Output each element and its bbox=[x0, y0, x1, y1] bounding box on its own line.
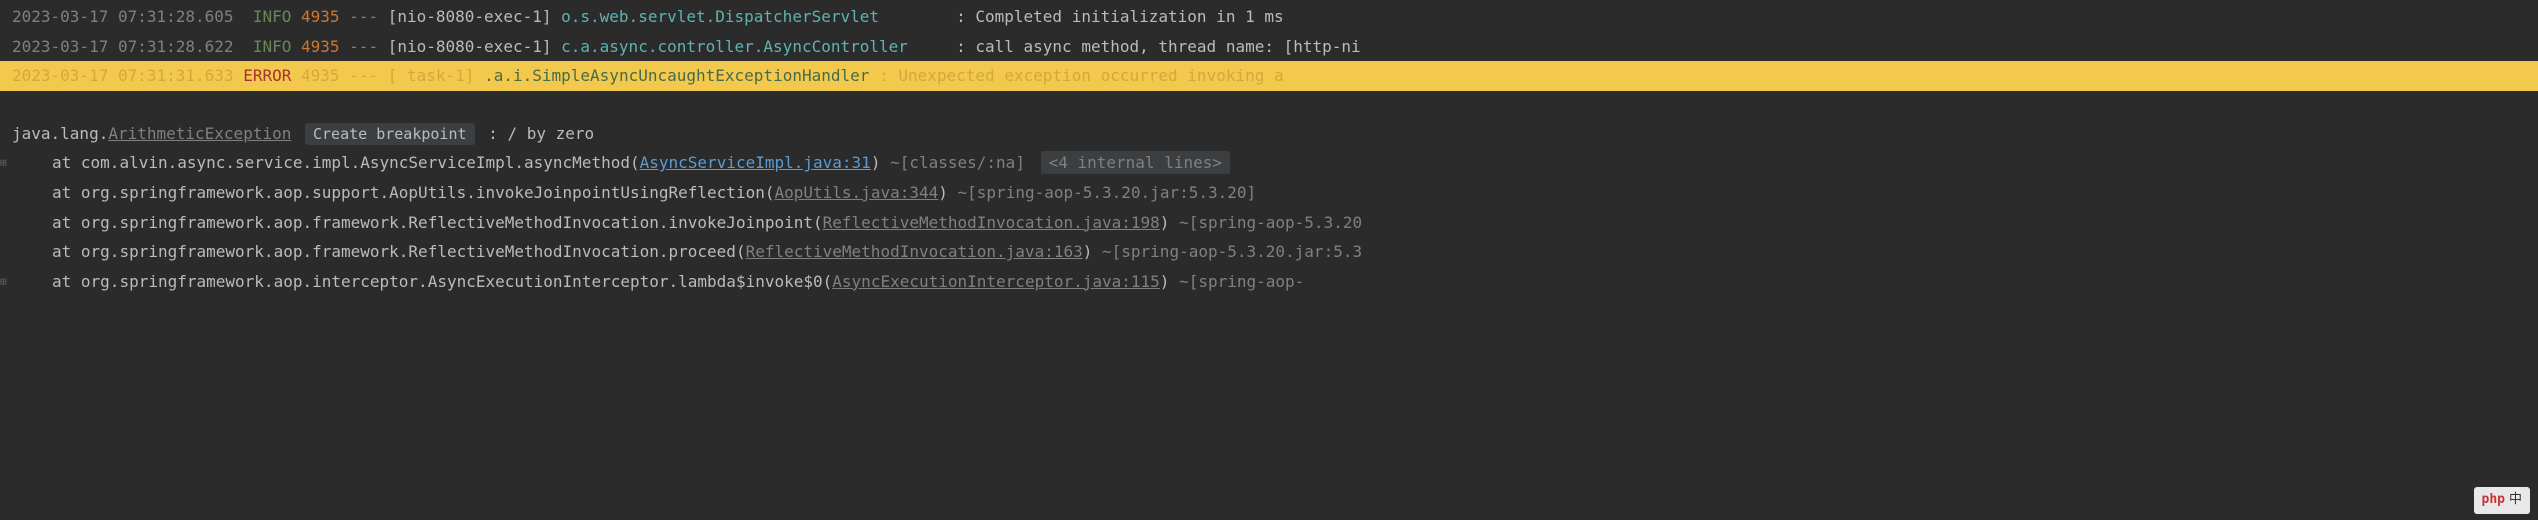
paren-open: ( bbox=[736, 242, 746, 261]
stack-trace-line: ⊞ at com.alvin.async.service.impl.AsyncS… bbox=[0, 148, 2538, 178]
paren-close: ) bbox=[938, 183, 948, 202]
log-separator: --- bbox=[349, 4, 378, 30]
log-line: 2023-03-17 07:31:28.622 INFO 4935 --- [n… bbox=[0, 32, 2538, 62]
exception-message: : / by zero bbox=[488, 124, 594, 143]
exception-name[interactable]: ArithmeticException bbox=[108, 124, 291, 143]
log-colon: : bbox=[879, 63, 889, 89]
log-line-error-highlighted[interactable]: 2023-03-17 07:31:31.633 ERROR 4935 --- [… bbox=[0, 61, 2538, 91]
source-link[interactable]: ReflectiveMethodInvocation.java:198 bbox=[823, 213, 1160, 232]
stack-method: org.springframework.aop.support.AopUtils… bbox=[81, 183, 765, 202]
log-timestamp: 2023-03-17 07:31:31.633 bbox=[12, 63, 234, 89]
log-pid: 4935 bbox=[301, 34, 340, 60]
log-colon: : bbox=[956, 4, 966, 30]
paren-open: ( bbox=[813, 213, 823, 232]
stack-method: org.springframework.aop.framework.Reflec… bbox=[81, 213, 813, 232]
expand-icon[interactable]: ⊞ bbox=[0, 154, 7, 172]
stack-trace-line: ⊞ at org.springframework.aop.interceptor… bbox=[0, 267, 2538, 297]
log-level: INFO bbox=[253, 4, 292, 30]
source-link[interactable]: AopUtils.java:344 bbox=[774, 183, 938, 202]
stack-trace-line: at org.springframework.aop.framework.Ref… bbox=[0, 237, 2538, 267]
log-pid: 4935 bbox=[301, 4, 340, 30]
paren-open: ( bbox=[823, 272, 833, 291]
paren-close: ) bbox=[1160, 213, 1170, 232]
stack-method: org.springframework.aop.interceptor.Asyn… bbox=[81, 272, 823, 291]
log-logger: o.s.web.servlet.DispatcherServlet bbox=[561, 4, 879, 30]
log-message: Unexpected exception occurred invoking a bbox=[898, 63, 1283, 89]
stack-at: at bbox=[52, 153, 81, 172]
watermark-badge: php 中 bbox=[2474, 487, 2531, 514]
log-line: 2023-03-17 07:31:28.605 INFO 4935 --- [n… bbox=[0, 2, 2538, 32]
stack-at: at bbox=[52, 213, 81, 232]
jar-info: ~[spring-aop-5.3.20.jar:5.3.20] bbox=[948, 183, 1256, 202]
log-pid: 4935 bbox=[301, 63, 340, 89]
paren-close: ) bbox=[871, 153, 881, 172]
log-timestamp: 2023-03-17 07:31:28.622 bbox=[12, 34, 234, 60]
stack-at: at bbox=[52, 183, 81, 202]
log-level: ERROR bbox=[243, 63, 291, 89]
blank-line bbox=[0, 91, 2538, 119]
log-message: Completed initialization in 1 ms bbox=[975, 4, 1283, 30]
log-thread: [nio-8080-exec-1] bbox=[388, 34, 552, 60]
paren-close: ) bbox=[1160, 272, 1170, 291]
log-colon: : bbox=[956, 34, 966, 60]
exception-header: java.lang.ArithmeticException Create bre… bbox=[0, 119, 2538, 149]
log-separator: --- bbox=[349, 34, 378, 60]
stack-trace-line: at org.springframework.aop.support.AopUt… bbox=[0, 178, 2538, 208]
log-level: INFO bbox=[253, 34, 292, 60]
watermark-text: php bbox=[2482, 490, 2505, 511]
source-link[interactable]: AsyncExecutionInterceptor.java:115 bbox=[832, 272, 1160, 291]
watermark-cn-icon: 中 bbox=[2509, 490, 2522, 511]
source-link[interactable]: AsyncServiceImpl.java:31 bbox=[640, 153, 871, 172]
jar-info: ~[spring-aop-5.3.20 bbox=[1169, 213, 1362, 232]
stack-at: at bbox=[52, 272, 81, 291]
log-timestamp: 2023-03-17 07:31:28.605 bbox=[12, 4, 234, 30]
log-thread: [nio-8080-exec-1] bbox=[388, 4, 552, 30]
log-thread: [ task-1] bbox=[388, 63, 475, 89]
create-breakpoint-button[interactable]: Create breakpoint bbox=[305, 123, 475, 145]
paren-open: ( bbox=[630, 153, 640, 172]
stack-method: org.springframework.aop.framework.Reflec… bbox=[81, 242, 736, 261]
expand-icon[interactable]: ⊞ bbox=[0, 273, 7, 291]
jar-info: ~[classes/:na] bbox=[880, 153, 1025, 172]
stack-at: at bbox=[52, 242, 81, 261]
log-logger: .a.i.SimpleAsyncUncaughtExceptionHandler bbox=[484, 63, 869, 89]
log-logger: c.a.async.controller.AsyncController bbox=[561, 34, 908, 60]
log-message: call async method, thread name: [http-ni bbox=[975, 34, 1360, 60]
log-separator: --- bbox=[349, 63, 378, 89]
exception-prefix: java.lang. bbox=[12, 124, 108, 143]
internal-lines-badge[interactable]: <4 internal lines> bbox=[1041, 151, 1230, 174]
stack-trace-line: at org.springframework.aop.framework.Ref… bbox=[0, 208, 2538, 238]
stack-method: com.alvin.async.service.impl.AsyncServic… bbox=[81, 153, 630, 172]
jar-info: ~[spring-aop- bbox=[1169, 272, 1304, 291]
source-link[interactable]: ReflectiveMethodInvocation.java:163 bbox=[746, 242, 1083, 261]
paren-close: ) bbox=[1083, 242, 1093, 261]
jar-info: ~[spring-aop-5.3.20.jar:5.3 bbox=[1092, 242, 1362, 261]
